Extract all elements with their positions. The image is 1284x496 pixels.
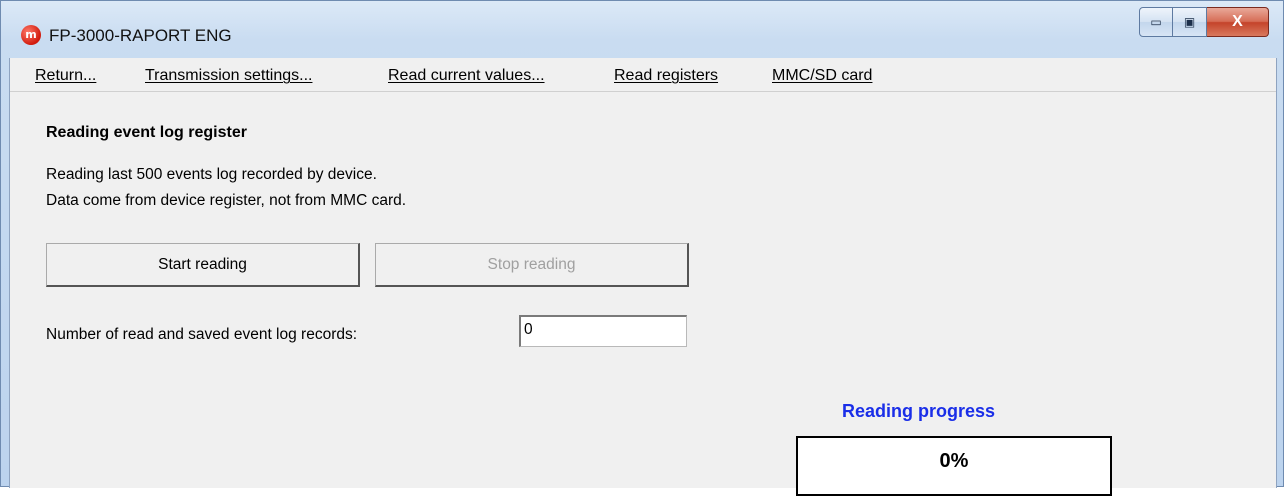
minimize-icon: ▭ bbox=[1150, 15, 1162, 29]
menu-transmission-settings[interactable]: Transmission settings... bbox=[145, 67, 312, 85]
close-button[interactable]: X bbox=[1207, 7, 1269, 37]
maximize-button[interactable]: ▣ bbox=[1173, 7, 1207, 37]
records-label: Number of read and saved event log recor… bbox=[46, 326, 358, 343]
menu-mmc-sd-card[interactable]: MMC/SD card bbox=[772, 67, 872, 85]
menu-bar: Return... Transmission settings... Read … bbox=[10, 58, 1276, 92]
title-bar[interactable]: m FP-3000-RAPORT ENG ▭ ▣ X bbox=[1, 1, 1283, 58]
menu-read-registers[interactable]: Read registers bbox=[614, 67, 718, 85]
minimize-button[interactable]: ▭ bbox=[1139, 7, 1173, 37]
section-title: Reading event log register bbox=[46, 124, 247, 141]
app-window: m FP-3000-RAPORT ENG ▭ ▣ X Return... Tra… bbox=[0, 0, 1284, 496]
close-icon: X bbox=[1232, 13, 1243, 30]
records-count-field[interactable]: 0 bbox=[519, 315, 687, 347]
progress-title: Reading progress bbox=[842, 401, 996, 421]
description-line-1: Reading last 500 events log recorded by … bbox=[46, 166, 377, 183]
client-area: Return... Transmission settings... Read … bbox=[9, 58, 1277, 496]
stop-reading-button[interactable]: Stop reading bbox=[375, 243, 689, 287]
window-title: FP-3000-RAPORT ENG bbox=[49, 26, 232, 45]
app-logo-icon[interactable]: m bbox=[21, 25, 41, 45]
description-line-2: Data come from device register, not from… bbox=[46, 192, 407, 209]
progress-percent: 0% bbox=[939, 450, 969, 472]
menu-return[interactable]: Return... bbox=[35, 67, 96, 85]
progress-box: 0% bbox=[796, 436, 1112, 496]
maximize-icon: ▣ bbox=[1183, 15, 1196, 29]
start-reading-button[interactable]: Start reading bbox=[46, 243, 360, 287]
menu-read-current-values[interactable]: Read current values... bbox=[388, 67, 545, 85]
window-controls: ▭ ▣ X bbox=[1139, 7, 1269, 39]
